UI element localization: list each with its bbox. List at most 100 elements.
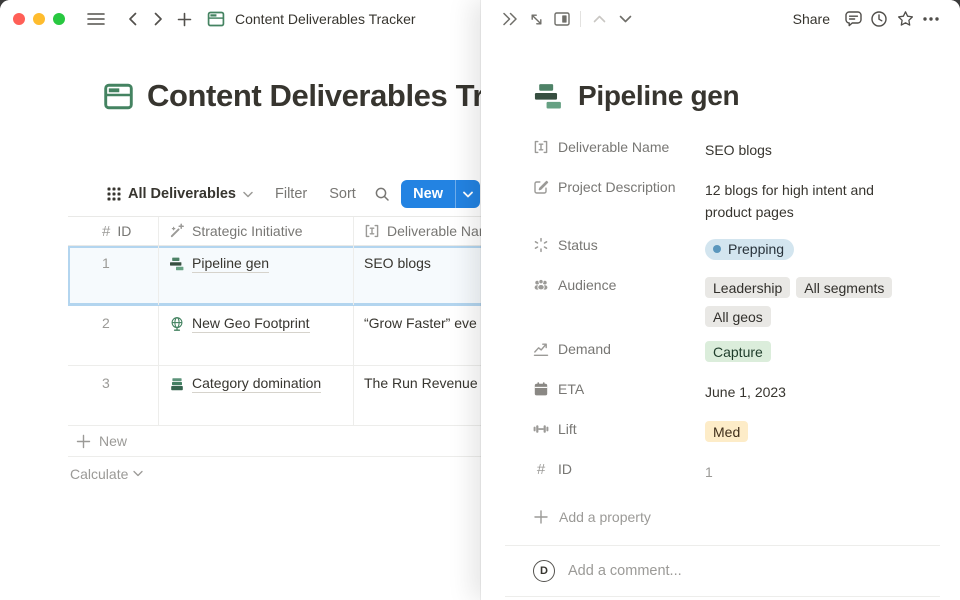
chevron-up-icon [593, 15, 606, 23]
property-row-deliverable-name: Deliverable Name SEO blogs [533, 130, 960, 170]
cell-deliverable-name[interactable]: The Run Revenue S [353, 366, 481, 425]
property-label-button[interactable]: Deliverable Name [533, 139, 705, 155]
database-toolbar: All Deliverables Filter Sort New [0, 178, 481, 210]
cell-deliverable-name[interactable]: “Grow Faster” eve [353, 306, 481, 365]
tag-pill[interactable]: Capture [705, 341, 771, 362]
status-burst-icon [533, 237, 549, 253]
database-table: # ID Strategic Initiative Deliverable Na… [68, 216, 481, 490]
trend-chart-icon [533, 341, 549, 357]
open-full-page-button[interactable] [523, 6, 549, 32]
cell-strategic-initiative[interactable]: New Geo Footprint [158, 306, 353, 365]
chevron-left-icon [128, 12, 137, 26]
property-row-eta: ETA June 1, 2023 [533, 372, 960, 412]
property-value[interactable]: Capture [705, 341, 917, 362]
sort-button[interactable]: Sort [329, 186, 356, 202]
property-label-button[interactable]: Audience [533, 277, 705, 293]
cell-id[interactable]: 2 [68, 306, 158, 331]
add-property-button[interactable]: Add a property [533, 492, 960, 532]
table-view-icon [107, 187, 121, 201]
property-label-button[interactable]: # ID [533, 461, 705, 477]
record-title[interactable]: Pipeline gen [578, 80, 739, 112]
sidebar-toggle-button[interactable] [83, 6, 109, 32]
page-history-button[interactable] [866, 6, 892, 32]
cell-strategic-initiative[interactable]: Category domination [158, 366, 353, 425]
plus-icon [177, 12, 192, 27]
side-peek-toggle-button[interactable] [549, 6, 575, 32]
tag-pill[interactable]: All segments [796, 277, 892, 298]
comment-section: D Add a comment... [481, 545, 960, 597]
nav-back-button[interactable] [119, 6, 145, 32]
people-group-icon [533, 277, 549, 293]
page-options-button[interactable] [918, 6, 944, 32]
property-label-button[interactable]: Demand [533, 341, 705, 357]
page-icon-large[interactable] [103, 81, 134, 112]
new-tab-button[interactable] [171, 6, 197, 32]
add-row-button[interactable]: New [68, 426, 481, 457]
title-property-icon [533, 139, 549, 155]
property-value[interactable]: Prepping [705, 237, 917, 260]
filter-button[interactable]: Filter [275, 186, 307, 202]
page-title[interactable]: Content Deliverables Tracker [147, 78, 481, 114]
cell-deliverable-name[interactable]: SEO blogs [353, 246, 481, 305]
property-value[interactable]: Med [705, 421, 917, 442]
status-pill[interactable]: Prepping [705, 239, 794, 260]
property-label-button[interactable]: ETA [533, 381, 705, 397]
new-record-button-group: New [401, 180, 480, 208]
comment-input[interactable]: Add a comment... [568, 563, 682, 579]
column-header-deliverable-name[interactable]: Deliverable Name [353, 217, 481, 245]
property-value[interactable]: Leadership All segments All geos [705, 277, 917, 327]
relation-page-link[interactable]: Category domination [169, 375, 321, 393]
share-button[interactable]: Share [793, 11, 830, 27]
property-value[interactable]: 1 [705, 461, 917, 483]
property-label-button[interactable]: Project Description [533, 179, 705, 195]
page-link-label: Pipeline gen [192, 255, 269, 273]
add-property-label: Add a property [559, 509, 651, 525]
relation-page-link[interactable]: Pipeline gen [169, 255, 269, 273]
new-record-dropdown-button[interactable] [455, 180, 480, 208]
close-peek-button[interactable] [497, 6, 523, 32]
table-row[interactable]: 3 Category domination The Run Revenue S [68, 366, 481, 426]
tag-pill[interactable]: All geos [705, 306, 771, 327]
search-button[interactable] [374, 186, 390, 202]
previous-record-button[interactable] [586, 6, 612, 32]
column-header-label: Deliverable Name [387, 223, 481, 239]
globe-icon [169, 316, 185, 332]
column-header-strategic-initiative[interactable]: Strategic Initiative [158, 217, 353, 245]
chevron-right-icon [154, 12, 163, 26]
new-record-button[interactable]: New [401, 180, 455, 208]
column-header-label: ID [117, 223, 131, 239]
cell-id[interactable]: 1 [68, 246, 158, 271]
cell-strategic-initiative[interactable]: Pipeline gen [158, 246, 353, 305]
view-tab-all-deliverables[interactable]: All Deliverables [107, 186, 253, 202]
close-window-button[interactable] [13, 13, 25, 25]
next-record-button[interactable] [612, 6, 638, 32]
nav-forward-button[interactable] [145, 6, 171, 32]
column-header-id[interactable]: # ID [68, 217, 158, 245]
page-link-label: Category domination [192, 375, 321, 393]
property-label-button[interactable]: Lift [533, 421, 705, 437]
avatar: D [533, 560, 555, 582]
comments-button[interactable] [840, 6, 866, 32]
favorite-button[interactable] [892, 6, 918, 32]
cell-id[interactable]: 3 [68, 366, 158, 391]
property-value[interactable]: SEO blogs [705, 139, 917, 161]
property-row-status: Status Prepping [533, 228, 960, 268]
pipeline-bars-icon[interactable] [533, 81, 564, 112]
tag-pill[interactable]: Med [705, 421, 748, 442]
property-value[interactable]: June 1, 2023 [705, 381, 917, 403]
relation-page-link[interactable]: New Geo Footprint [169, 315, 310, 333]
property-row-demand: Demand Capture [533, 332, 960, 372]
more-horizontal-icon [923, 17, 939, 21]
peek-topbar: Share [481, 0, 960, 38]
tag-pill[interactable]: Leadership [705, 277, 790, 298]
property-label: Lift [558, 421, 577, 437]
table-row[interactable]: 1 Pipeline gen SEO blogs [68, 246, 481, 306]
minimize-window-button[interactable] [33, 13, 45, 25]
property-label-button[interactable]: Status [533, 237, 705, 253]
chevron-down-icon [619, 15, 632, 23]
comment-input-row[interactable]: D Add a comment... [481, 546, 960, 596]
zoom-window-button[interactable] [53, 13, 65, 25]
property-value[interactable]: 12 blogs for high intent and product pag… [705, 179, 917, 223]
calculate-button[interactable]: Calculate [68, 457, 481, 490]
table-row[interactable]: 2 New Geo Footprint “Grow Faster” eve [68, 306, 481, 366]
